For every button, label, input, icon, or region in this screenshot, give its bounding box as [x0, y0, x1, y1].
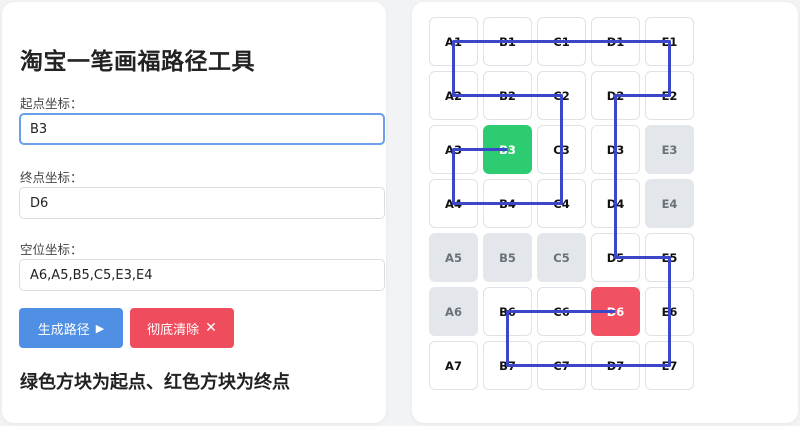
cell-b5[interactable]: B5 [483, 233, 532, 282]
generate-path-button[interactable]: 生成路径 ▶ [19, 308, 123, 348]
cell-e2[interactable]: E2 [645, 71, 694, 120]
cell-b2[interactable]: B2 [483, 71, 532, 120]
empty-label: 空位坐标： [20, 242, 83, 257]
cell-a3[interactable]: A3 [429, 125, 478, 174]
board-panel: A1 B1 C1 D1 E1 A2 B2 C2 D2 E2 A3 B3 C3 D3 E3 A4 B4 C4 D4 E4… [412, 2, 798, 423]
cell-a4[interactable]: A4 [429, 179, 478, 228]
legend-note: 绿色方块为起点、红色方块为终点 [20, 372, 290, 393]
clear-button[interactable]: 彻底清除 ✕ [130, 308, 234, 348]
cell-b1[interactable]: B1 [483, 17, 532, 66]
cell-e7[interactable]: E7 [645, 341, 694, 390]
cell-b7[interactable]: B7 [483, 341, 532, 390]
cell-e3[interactable]: E3 [645, 125, 694, 174]
board-grid: A1 B1 C1 D1 E1 A2 B2 C2 D2 E2 A3 B3 C3 D3 E3 A4 B4 C4 D4 E4… [412, 2, 798, 423]
generate-label: 生成路径 [37, 322, 90, 338]
cell-e5[interactable]: E5 [645, 233, 694, 282]
empty-input[interactable] [19, 259, 385, 291]
cell-d5[interactable]: D5 [591, 233, 640, 282]
cell-c7[interactable]: C7 [537, 341, 586, 390]
cell-e4[interactable]: E4 [645, 179, 694, 228]
cell-d2[interactable]: D2 [591, 71, 640, 120]
cell-a6[interactable]: A6 [429, 287, 478, 336]
cell-d3[interactable]: D3 [591, 125, 640, 174]
cell-d7[interactable]: D7 [591, 341, 640, 390]
start-label: 起点坐标： [20, 96, 83, 111]
cell-a2[interactable]: A2 [429, 71, 478, 120]
cell-a1[interactable]: A1 [429, 17, 478, 66]
cell-c4[interactable]: C4 [537, 179, 586, 228]
cell-b3[interactable]: B3 [483, 125, 532, 174]
control-panel: 淘宝一笔画福路径工具 起点坐标： 终点坐标： 空位坐标： 生成路径 ▶ 彻底清除… [2, 2, 386, 423]
cell-e1[interactable]: E1 [645, 17, 694, 66]
start-input[interactable] [19, 113, 385, 145]
play-icon: ▶ [95, 321, 105, 335]
end-label: 终点坐标： [20, 170, 83, 185]
cell-e6[interactable]: E6 [645, 287, 694, 336]
cell-b4[interactable]: B4 [483, 179, 532, 228]
cell-a7[interactable]: A7 [429, 341, 478, 390]
cell-c2[interactable]: C2 [537, 71, 586, 120]
clear-label: 彻底清除 [147, 322, 200, 338]
cell-a5[interactable]: A5 [429, 233, 478, 282]
cell-d6[interactable]: D6 [591, 287, 640, 336]
cell-d4[interactable]: D4 [591, 179, 640, 228]
cell-c1[interactable]: C1 [537, 17, 586, 66]
cell-d1[interactable]: D1 [591, 17, 640, 66]
cell-c5[interactable]: C5 [537, 233, 586, 282]
close-icon: ✕ [205, 320, 217, 336]
cell-b6[interactable]: B6 [483, 287, 532, 336]
page-title: 淘宝一笔画福路径工具 [20, 49, 255, 75]
end-input[interactable] [19, 187, 385, 219]
cell-c3[interactable]: C3 [537, 125, 586, 174]
cell-c6[interactable]: C6 [537, 287, 586, 336]
